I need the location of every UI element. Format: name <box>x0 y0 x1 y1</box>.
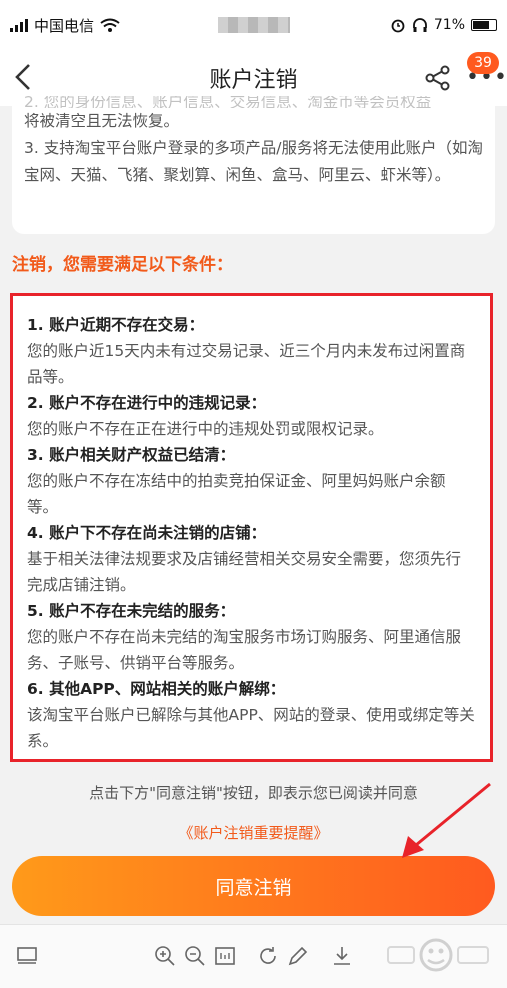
chevron-left-icon <box>15 64 30 90</box>
agreement-link[interactable]: 《账户注销重要提醒》 <box>0 822 507 843</box>
intro-line: 将被清空且无法恢复。 <box>24 112 180 130</box>
agree-cancel-account-button[interactable]: 同意注销 <box>12 856 495 916</box>
condition-item: 3. 账户相关财产权益已结清： 您的账户不存在冻结中的拍卖竞拍保证金、阿里妈妈账… <box>27 442 476 520</box>
condition-item: 1. 账户近期不存在交易： 您的账户近15天内未有过交易记录、近三个月内未发布过… <box>27 312 476 390</box>
condition-title: 3. 账户相关财产权益已结清： <box>27 446 236 464</box>
condition-title: 4. 账户下不存在尚未注销的店铺： <box>27 524 267 542</box>
condition-title: 5. 账户不存在未完结的服务： <box>27 602 236 620</box>
intro-card: 2. 您的身份信息、账户信息、交易信息、淘金币等会员权益 将被清空且无法恢复。 … <box>12 96 495 234</box>
zoom-out-icon[interactable] <box>183 944 207 968</box>
condition-desc: 您的账户不存在冻结中的拍卖竞拍保证金、阿里妈妈账户余额等。 <box>27 472 446 516</box>
actual-size-icon[interactable] <box>213 944 237 968</box>
rotate-icon[interactable] <box>256 944 280 968</box>
conditions-heading: 注销，您需要满足以下条件： <box>12 255 233 275</box>
condition-item: 4. 账户下不存在尚未注销的店铺： 基于相关法律法规要求及店铺经营相关交易安全需… <box>27 520 476 598</box>
battery-percent: 71% <box>433 17 465 33</box>
condition-desc: 该淘宝平台账户已解除与其他APP、网站的登录、使用或绑定等关系。 <box>27 706 475 750</box>
agreement-note: 点击下方"同意注销"按钮，即表示您已阅读并同意 <box>89 784 418 802</box>
status-bar: 中国电信 71% <box>0 0 507 50</box>
intro-point-3: 3. 支持淘宝平台账户登录的多项产品/服务将无法使用此账户（如淘宝网、天猫、飞猪… <box>24 139 483 184</box>
battery-icon <box>471 19 497 31</box>
download-icon[interactable] <box>330 944 354 968</box>
condition-desc: 您的账户不存在正在进行中的违规处罚或限权记录。 <box>27 420 384 438</box>
share-icon[interactable] <box>424 64 452 92</box>
condition-item: 6. 其他APP、网站相关的账户解绑： 该淘宝平台账户已解除与其他APP、网站的… <box>27 676 476 754</box>
alarm-icon <box>391 19 405 33</box>
condition-desc: 您的账户不存在尚未完结的淘宝服务市场订购服务、阿里通信服务、子账号、供销平台等服… <box>27 628 462 672</box>
condition-title: 1. 账户近期不存在交易： <box>27 316 205 334</box>
condition-title: 6. 其他APP、网站相关的账户解绑： <box>27 680 286 698</box>
notification-badge: 39 <box>467 52 499 74</box>
back-button[interactable] <box>12 62 40 94</box>
thumbnail-icon[interactable] <box>15 944 39 968</box>
faded-text: 2. 您的身份信息、账户信息、交易信息、淘金币等会员权益 <box>24 96 432 108</box>
condition-item: 2. 账户不存在进行中的违规记录： 您的账户不存在正在进行中的违规处罚或限权记录… <box>27 390 476 442</box>
headphones-icon <box>412 18 427 32</box>
condition-desc: 您的账户近15天内未有过交易记录、近三个月内未发布过闲置商品等。 <box>27 342 466 386</box>
signal-icon <box>10 18 28 32</box>
edit-icon[interactable] <box>286 944 310 968</box>
conditions-card: 1. 账户近期不存在交易： 您的账户近15天内未有过交易记录、近三个月内未发布过… <box>10 293 493 762</box>
redacted-block <box>218 17 290 33</box>
wifi-icon <box>100 18 120 32</box>
condition-desc: 基于相关法律法规要求及店铺经营相关交易安全需要，您须先行完成店铺注销。 <box>27 550 462 594</box>
condition-item: 5. 账户不存在未完结的服务： 您的账户不存在尚未完结的淘宝服务市场订购服务、阿… <box>27 598 476 676</box>
condition-title: 2. 账户不存在进行中的违规记录： <box>27 394 267 412</box>
page-title: 账户注销 <box>209 68 298 93</box>
carrier-label: 中国电信 <box>34 16 95 35</box>
zoom-in-icon[interactable] <box>153 944 177 968</box>
viewer-toolbar <box>0 924 507 988</box>
